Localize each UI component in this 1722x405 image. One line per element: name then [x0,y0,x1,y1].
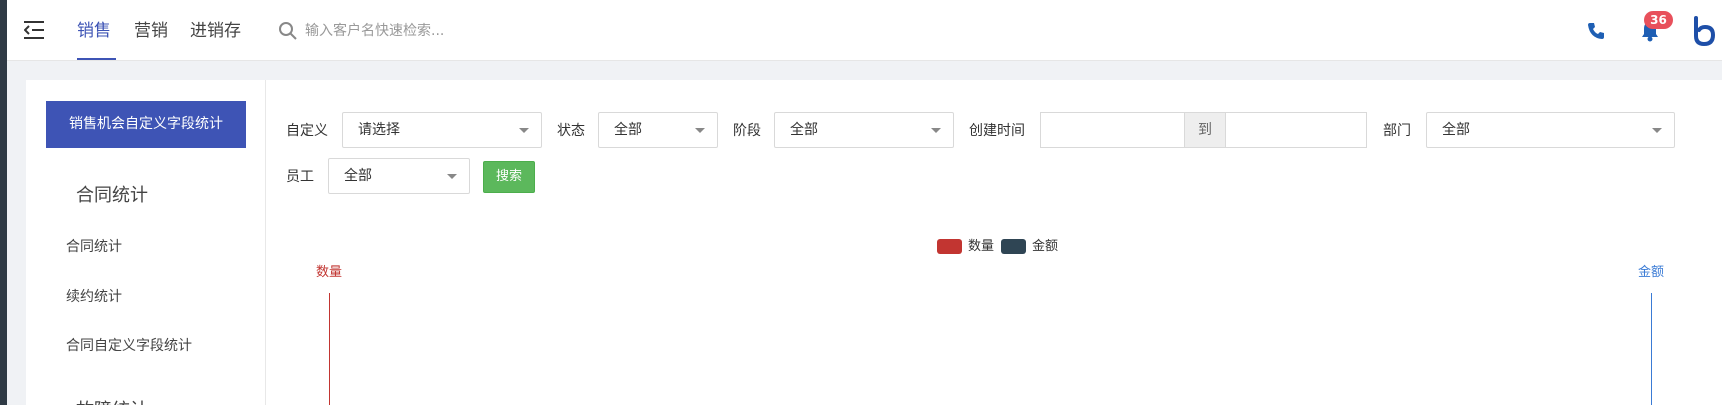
filter-label-created-time: 创建时间 [969,123,1025,139]
phone-icon[interactable] [1586,21,1606,41]
department-select-value: 全部 [1442,122,1470,138]
tab-sales[interactable]: 销售 [77,20,111,42]
employee-select-value: 全部 [344,168,372,184]
stage-select-value: 全部 [790,122,818,138]
chevron-down-icon [519,128,529,133]
statistics-sidebar: 销售机会自定义字段统计 合同统计 合同统计 续约统计 合同自定义字段统计 故障统… [26,80,266,405]
left-edge-strip [0,0,7,405]
sidebar-group-fault-stats[interactable]: 故障统计 [76,396,148,405]
notification-badge: 36 [1644,11,1673,29]
sidebar-group-contract-stats[interactable]: 合同统计 [76,181,148,207]
filter-label-stage: 阶段 [733,123,761,139]
filter-label-custom: 自定义 [286,123,328,139]
y-axis-right-name: 金额 [1638,265,1665,280]
custom-field-select[interactable]: 请选择 [342,112,542,148]
status-select[interactable]: 全部 [598,112,718,148]
custom-field-select-value: 请选择 [358,122,400,138]
search-button[interactable]: 搜索 [483,161,535,193]
chevron-down-icon [931,128,941,133]
search-icon [279,22,297,40]
tab-marketing[interactable]: 营销 [134,20,168,42]
sidebar-item-contract-stats[interactable]: 合同统计 [66,236,122,256]
sidebar-item-opportunity-custom-stats[interactable]: 销售机会自定义字段统计 [46,101,246,148]
legend-label-quantity[interactable]: 数量 [968,239,994,254]
chevron-down-icon [1652,128,1662,133]
chevron-down-icon [447,174,457,179]
filter-label-status: 状态 [557,123,585,139]
main-panel: 销售机会自定义字段统计 合同统计 合同统计 续约统计 合同自定义字段统计 故障统… [26,80,1722,405]
created-time-start-input[interactable] [1040,112,1185,148]
active-tab-indicator [77,58,116,60]
top-navigation-bar: 销售 营销 进销存 36 [7,0,1722,61]
stage-select[interactable]: 全部 [774,112,954,148]
legend-label-amount[interactable]: 金额 [1032,239,1058,254]
y-axis-left-line [329,293,330,405]
menu-toggle-icon[interactable] [24,20,46,40]
date-range-separator: 到 [1185,112,1225,148]
created-time-end-input[interactable] [1225,112,1367,148]
y-axis-right-line [1651,293,1652,405]
y-axis-left-name: 数量 [316,265,343,280]
sidebar-item-contract-custom-stats[interactable]: 合同自定义字段统计 [66,335,192,355]
filter-label-department: 部门 [1383,123,1411,139]
employee-select[interactable]: 全部 [328,158,470,194]
chevron-down-icon [695,128,705,133]
department-select[interactable]: 全部 [1426,112,1675,148]
logo [1694,16,1716,46]
status-select-value: 全部 [614,122,642,138]
legend-swatch-amount[interactable] [1001,239,1026,254]
filter-label-employee: 员工 [286,169,314,185]
customer-search-input[interactable] [305,18,605,44]
tab-inventory[interactable]: 进销存 [190,20,241,42]
sidebar-item-renewal-stats[interactable]: 续约统计 [66,286,122,306]
legend-swatch-quantity[interactable] [937,239,962,254]
